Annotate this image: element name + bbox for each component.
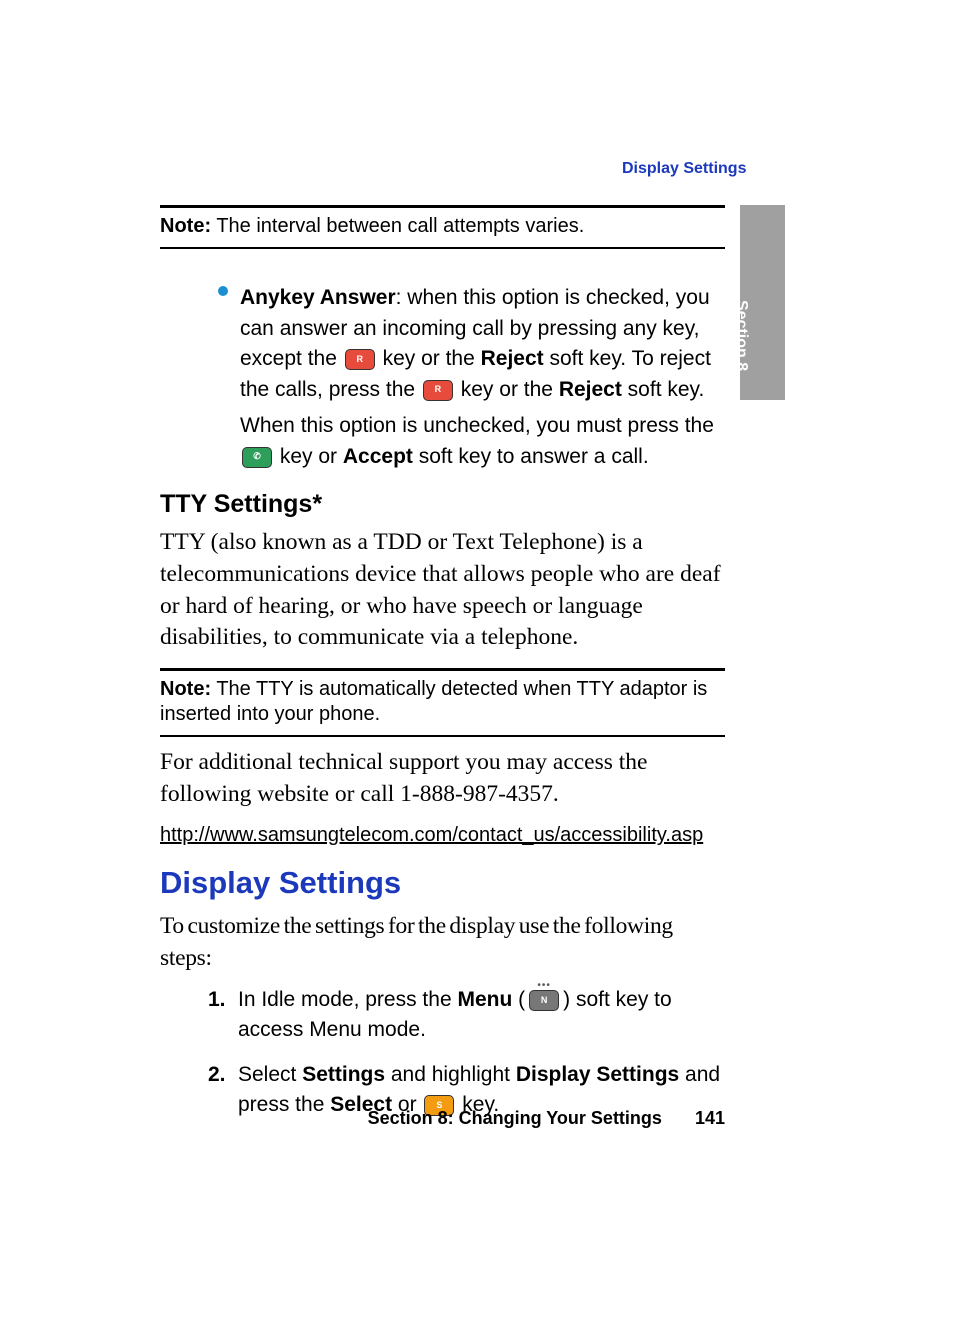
- note-interval: Note: The interval between call attempts…: [160, 214, 725, 239]
- send-key-icon: ✆: [242, 447, 272, 468]
- text: key or: [274, 445, 343, 468]
- heading-tty: TTY Settings*: [160, 490, 725, 519]
- steps-list: 1. In Idle mode, press the Menu (•••N) s…: [208, 985, 725, 1121]
- divider: [160, 668, 725, 671]
- footer-page-number: 141: [695, 1108, 725, 1128]
- key-glyph: N: [541, 994, 548, 1007]
- step-1: 1. In Idle mode, press the Menu (•••N) s…: [208, 985, 725, 1046]
- text: key or the: [455, 378, 559, 401]
- accept-label: Accept: [343, 445, 413, 468]
- text: soft key to answer a call.: [413, 445, 649, 468]
- body-support: For additional technical support you may…: [160, 747, 725, 810]
- end-key-icon: R: [423, 380, 453, 401]
- text: soft key.: [622, 378, 704, 401]
- bullet-anykey: Anykey Answer: when this option is check…: [218, 277, 725, 472]
- bullet-body-2: When this option is unchecked, you must …: [240, 411, 725, 472]
- note-tty: Note: The TTY is automatically detected …: [160, 677, 725, 727]
- body-display-intro: To customize the settings for the displa…: [160, 911, 725, 974]
- settings-label: Settings: [302, 1063, 385, 1086]
- menu-label: Menu: [457, 988, 512, 1011]
- bullet-body: Anykey Answer: when this option is check…: [240, 283, 725, 405]
- text: When this option is unchecked, you must …: [240, 414, 714, 437]
- key-glyph: R: [356, 353, 363, 366]
- note-label: Note:: [160, 215, 211, 237]
- anykey-title: Anykey Answer: [240, 286, 396, 309]
- note-label: Note:: [160, 678, 211, 700]
- reject-label: Reject: [559, 378, 622, 401]
- display-settings-label: Display Settings: [516, 1063, 679, 1086]
- footer-section: Section 8: Changing Your Settings: [368, 1108, 662, 1128]
- step-number: 1.: [208, 985, 226, 1015]
- text: Select: [238, 1063, 302, 1086]
- text: (: [512, 988, 525, 1011]
- page-footer: Section 8: Changing Your Settings 141: [160, 1108, 725, 1129]
- text: and highlight: [385, 1063, 516, 1086]
- divider: [160, 247, 725, 249]
- note-text: The interval between call attempts varie…: [216, 215, 584, 237]
- page: Display Settings Section 8 Note: The int…: [0, 0, 954, 1319]
- running-head: Display Settings: [622, 160, 746, 178]
- body-tty: TTY (also known as a TDD or Text Telepho…: [160, 527, 725, 654]
- text: key or the: [377, 347, 481, 370]
- section-tab: Section 8: [740, 205, 785, 400]
- divider: [160, 735, 725, 737]
- content-column: Note: The interval between call attempts…: [160, 205, 725, 1135]
- text: In Idle mode, press the: [238, 988, 457, 1011]
- key-glyph: R: [435, 383, 442, 396]
- note-text: The TTY is automatically detected when T…: [160, 678, 707, 725]
- menu-key-icon: •••N: [527, 985, 561, 1015]
- bullet-icon: [218, 286, 228, 296]
- section-tab-label: Section 8: [732, 300, 750, 371]
- divider: [160, 205, 725, 208]
- reject-label: Reject: [481, 347, 544, 370]
- end-key-icon: R: [345, 349, 375, 370]
- support-url[interactable]: http://www.samsungtelecom.com/contact_us…: [160, 824, 725, 847]
- heading-display-settings: Display Settings: [160, 865, 725, 901]
- step-number: 2.: [208, 1060, 226, 1090]
- key-glyph: ✆: [253, 450, 261, 463]
